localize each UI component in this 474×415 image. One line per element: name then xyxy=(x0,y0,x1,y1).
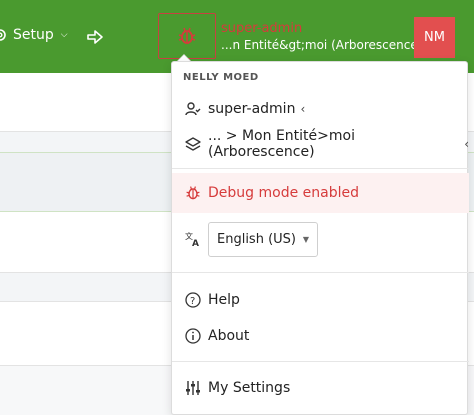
svg-text:A: A xyxy=(192,239,199,247)
setup-label: Setup xyxy=(13,27,54,43)
chevron-down-icon: ⌵ xyxy=(60,30,68,40)
user-info[interactable]: super-admin ...n Entité&gt;moi (Arboresc… xyxy=(221,20,422,54)
menu-item-about[interactable]: About xyxy=(172,324,469,348)
menu-item-help[interactable]: ? Help xyxy=(172,288,469,312)
menu-item-language: 文 A English (US) ▼ xyxy=(172,220,469,258)
language-select-value: English (US) xyxy=(217,231,296,247)
user-check-icon xyxy=(185,101,201,117)
svg-text:?: ? xyxy=(190,296,195,307)
dropdown-header: NELLY MOED xyxy=(183,72,259,83)
menu-item-debug[interactable]: Debug mode enabled xyxy=(172,173,469,213)
user-entity: ...n Entité&gt;moi (Arborescence) xyxy=(221,38,423,52)
divider xyxy=(172,272,469,273)
menu-item-settings-label: My Settings xyxy=(208,380,291,396)
menu-item-settings[interactable]: My Settings xyxy=(172,376,469,400)
user-dropdown-menu: NELLY MOED super-admin ‹ ... > Mon Entit… xyxy=(171,61,469,415)
menu-item-user[interactable]: super-admin ‹ xyxy=(172,96,469,122)
menu-item-user-label: super-admin xyxy=(208,101,296,117)
caret-down-icon: ▼ xyxy=(302,234,309,244)
layers-icon xyxy=(185,136,201,152)
setup-menu[interactable]: Setup ⌵ xyxy=(0,27,68,43)
menu-item-debug-label: Debug mode enabled xyxy=(208,185,359,201)
avatar[interactable]: NM xyxy=(414,17,455,58)
sliders-icon xyxy=(185,380,201,396)
menu-item-help-label: Help xyxy=(208,292,240,308)
user-name: super-admin xyxy=(221,21,303,36)
bug-icon xyxy=(185,185,201,201)
gear-icon xyxy=(0,29,6,41)
help-icon: ? xyxy=(185,292,201,308)
menu-item-about-label: About xyxy=(208,328,250,344)
info-icon xyxy=(185,328,201,344)
menu-item-entity-label: ... > Mon Entité>moi (Arborescence) xyxy=(208,128,355,160)
divider xyxy=(172,168,469,169)
bug-icon xyxy=(178,27,196,44)
chevron-left-icon: ‹ xyxy=(464,137,469,151)
debug-button[interactable] xyxy=(158,13,216,59)
translate-icon: 文 A xyxy=(185,231,201,247)
sign-in-icon[interactable] xyxy=(86,28,104,46)
divider xyxy=(172,361,469,362)
language-select[interactable]: English (US) ▼ xyxy=(208,221,318,257)
chevron-left-icon: ‹ xyxy=(300,102,306,116)
menu-item-entity[interactable]: ... > Mon Entité>moi (Arborescence) ‹ xyxy=(172,128,469,160)
